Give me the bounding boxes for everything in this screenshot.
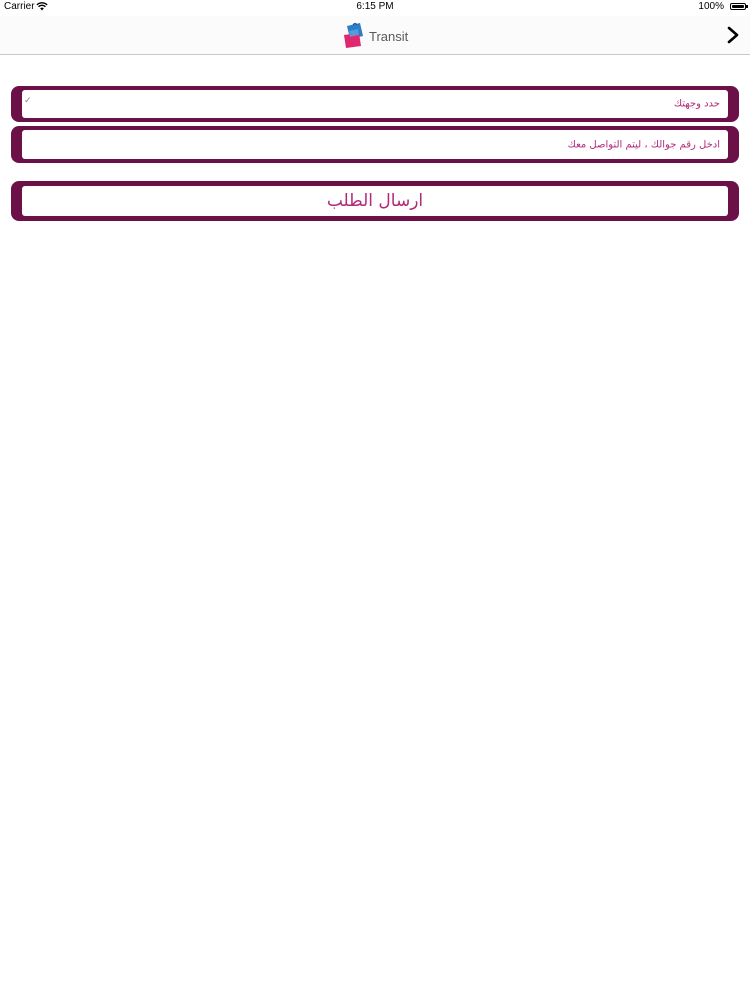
check-icon: ✓	[24, 96, 32, 106]
app-title: Transit	[369, 28, 409, 44]
phone-field[interactable]: ادخل رقم جوالك ، ليتم التواصل معك	[11, 126, 739, 163]
submit-button-label: ارسال الطلب	[326, 191, 424, 211]
status-bar: Carrier 6:15 PM 100%	[0, 0, 750, 16]
battery-tip	[746, 5, 748, 8]
phone-placeholder: ادخل رقم جوالك ، ليتم التواصل معك	[567, 139, 720, 150]
app-logo: Transit	[341, 21, 408, 51]
transit-logo-icon	[344, 22, 363, 48]
destination-placeholder: حدد وجهتك	[673, 98, 720, 110]
clock: 6:15 PM	[356, 1, 394, 12]
chevron-right-icon[interactable]	[726, 25, 740, 45]
submit-button[interactable]: ارسال الطلب	[11, 181, 739, 221]
navigation-bar: Transit	[0, 16, 750, 55]
destination-field[interactable]: ✓ حدد وجهتك	[11, 86, 739, 122]
submit-button-face[interactable]: ارسال الطلب	[22, 186, 728, 216]
battery-icon	[730, 3, 746, 10]
destination-input[interactable]: ✓ حدد وجهتك	[22, 90, 728, 118]
phone-input[interactable]: ادخل رقم جوالك ، ليتم التواصل معك	[22, 130, 728, 159]
battery-percentage: 100%	[698, 1, 724, 12]
